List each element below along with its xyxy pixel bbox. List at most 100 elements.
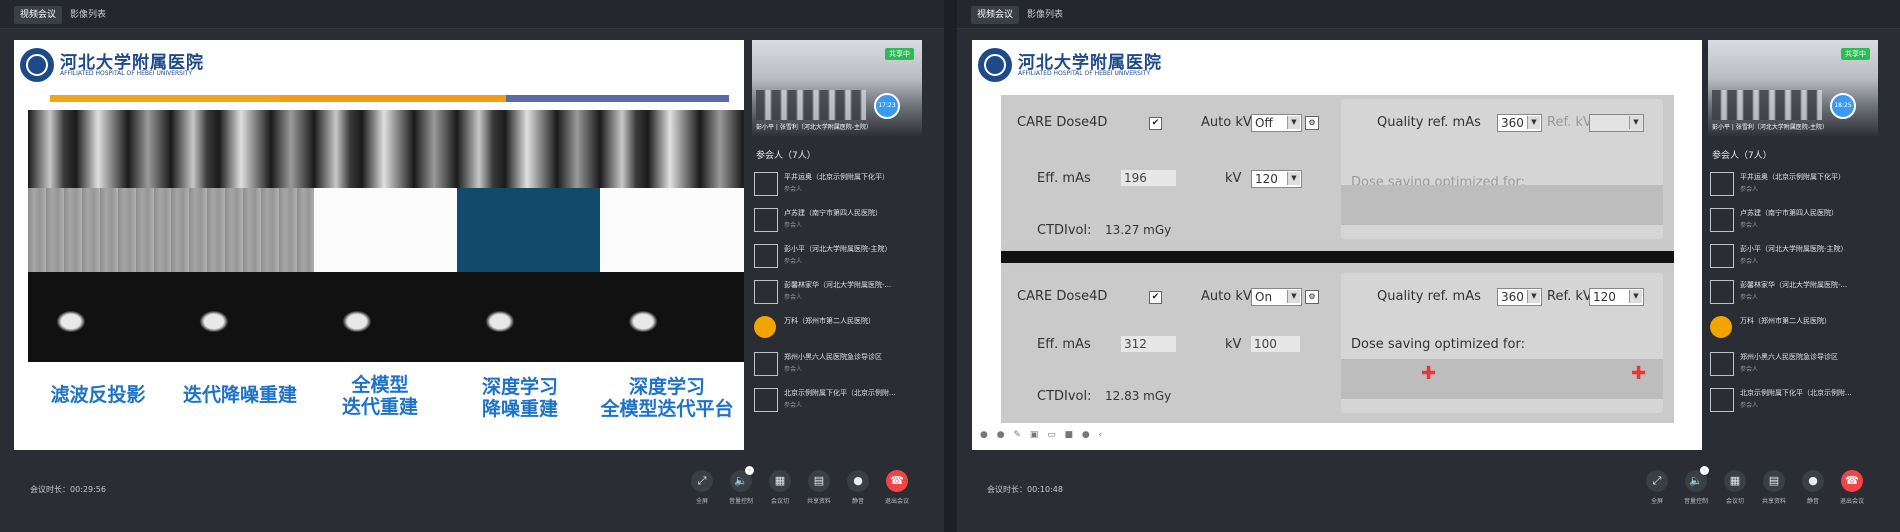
layout-button[interactable]: ▦ 会议切 <box>760 470 800 505</box>
participant-item[interactable]: 平井运奥（北京示例附属下化平） 参会人 <box>754 170 924 206</box>
meeting-window-right: 视频会议 影像列表 河北大学附属医院 AFFILIATED HOSPITAL O… <box>957 0 1900 532</box>
participant-item[interactable]: 彭馨林家华（河北大学附属医院-... 参会人 <box>1710 278 1880 314</box>
tab-image-list[interactable]: 影像列表 <box>1021 6 1069 24</box>
avatar <box>754 208 778 232</box>
ct-image-strip <box>28 110 744 362</box>
participant-item[interactable]: 卢苏建（南宁市第四人民医院） 参会人 <box>754 206 924 242</box>
participant-name: 彭小平（河北大学附属医院-主院） <box>1740 245 1848 253</box>
participant-name: 平井运奥（北京示例附属下化平） <box>784 173 889 181</box>
settings-icon[interactable]: ⚙ <box>1305 290 1319 304</box>
mute-label: 静音 <box>851 498 864 505</box>
participant-item[interactable]: 郑州小黑六人民医院急诊导诊区 参会人 <box>754 350 924 386</box>
hospital-logo <box>978 48 1012 82</box>
auto-kv-select[interactable]: Off <box>1251 114 1302 132</box>
leave-meeting-label: 退出会议 <box>884 498 909 505</box>
participant-item[interactable]: 郑州小黑六人民医院急诊导诊区 参会人 <box>1710 350 1880 386</box>
participant-item[interactable]: 彭小平（河北大学附属医院-主院） 参会人 <box>1710 242 1880 278</box>
participant-name: 彭馨林家华（河北大学附属医院-... <box>1740 281 1848 289</box>
avatar <box>1710 280 1734 304</box>
leave-meeting-button[interactable]: ☎ 退出会议 <box>877 470 917 505</box>
share-material-button[interactable]: ▤ 共享资料 <box>1754 470 1794 505</box>
control-bar: 会议时长：00:29:56 ⤢ 全屏 ◦ 🔈 音量控制 ▦ 会议切 ▤ 共享资料 ● 静音 … <box>0 460 944 532</box>
fullscreen-button[interactable]: ⤢ 全屏 <box>682 470 722 505</box>
auto-kv-label: Auto kV <box>1201 115 1252 130</box>
quality-ref-mas-input[interactable]: 360 <box>1497 288 1542 306</box>
participant-item[interactable]: 万科（郑州市第二人民医院） <box>1710 314 1880 350</box>
participant-item[interactable]: 万科（郑州市第二人民医院） <box>754 314 924 350</box>
avatar <box>754 244 778 268</box>
care-dose-panel: CARE Dose4D ✔ Auto kV Off ⚙ Quality ref.… <box>1001 95 1674 423</box>
ref-kv-select[interactable] <box>1589 114 1644 132</box>
fullscreen-button[interactable]: ⤢ 全屏 <box>1637 470 1677 505</box>
camera-preview[interactable]: 共享中 17:23 彭小平 | 张雪利（河北大学附属医院-主院） <box>752 40 922 136</box>
label-model-iterative: 全模型 迭代重建 <box>341 374 418 418</box>
participant-role: 参会人 <box>784 294 803 301</box>
care-dose-checkbox[interactable]: ✔ <box>1149 291 1162 304</box>
mute-button[interactable]: ● 静音 <box>838 470 878 505</box>
participant-item[interactable]: 平井运奥（北京示例附属下化平） 参会人 <box>1710 170 1880 206</box>
camera-people <box>1712 90 1822 120</box>
participant-role: 参会人 <box>784 186 803 193</box>
care-dose-checkbox[interactable]: ✔ <box>1149 117 1162 130</box>
camera-preview[interactable]: 共享中 18:25 彭小平 | 张雪利（河北大学附属医院-主院） <box>1708 40 1878 136</box>
kv-select[interactable]: 120 <box>1251 170 1302 188</box>
dose-panel-top: CARE Dose4D ✔ Auto kV Off ⚙ Quality ref.… <box>1001 95 1674 245</box>
mute-button[interactable]: ● 静音 <box>1793 470 1833 505</box>
tab-video-meeting[interactable]: 视频会议 <box>14 6 63 24</box>
volume-button[interactable]: ◦ 🔈 音量控制 <box>1676 466 1716 505</box>
leave-meeting-button[interactable]: ☎ 退出会议 <box>1832 470 1872 505</box>
share-material-label: 共享资料 <box>806 498 831 505</box>
dose-saving-slider[interactable] <box>1341 185 1663 225</box>
participant-item[interactable]: 卢苏建（南宁市第四人民医院） 参会人 <box>1710 206 1880 242</box>
slide-toolbar[interactable]: ● ● ✎ ▣ ▭ ■ ● ‹ <box>980 430 1105 440</box>
auto-kv-select[interactable]: On <box>1251 288 1302 306</box>
volume-badge-icon: ◦ <box>1700 466 1709 475</box>
quality-ref-mas-input[interactable]: 360 <box>1497 114 1542 132</box>
shared-slide: 河北大学附属医院 AFFILIATED HOSPITAL OF HEBEI UN… <box>972 40 1702 450</box>
microphone-icon: ● <box>847 470 869 492</box>
layout-button[interactable]: ▦ 会议切 <box>1715 470 1755 505</box>
participant-role: 参会人 <box>1740 402 1759 409</box>
share-material-button[interactable]: ▤ 共享资料 <box>799 470 839 505</box>
meeting-window-left: 视频会议 影像列表 河北大学附属医院 AFFILIATED HOSPITAL O… <box>0 0 944 532</box>
participant-item[interactable]: 彭小平（河北大学附属医院-主院） 参会人 <box>754 242 924 278</box>
dose-saving-slider[interactable]: ✚ ✚ <box>1341 359 1663 399</box>
volume-button[interactable]: ◦ 🔈 音量控制 <box>721 466 761 505</box>
dose-options-top: Quality ref. mAs 360 Ref. kV Dose saving… <box>1341 99 1663 239</box>
participant-name: 卢苏建（南宁市第四人民医院） <box>1740 209 1838 217</box>
title-bar-orange <box>50 95 280 102</box>
ctdivol-value: 13.27 mGy <box>1105 223 1172 237</box>
tab-image-list[interactable]: 影像列表 <box>64 6 112 24</box>
eff-mas-label: Eff. mAs <box>1037 337 1091 352</box>
avatar <box>1710 208 1734 232</box>
shared-slide: 河北大学附属医院 AFFILIATED HOSPITAL OF HEBEI UN… <box>14 40 744 450</box>
ref-kv-select[interactable]: 120 <box>1589 288 1644 306</box>
camera-time-badge: 17:23 <box>874 93 900 119</box>
volume-badge-icon: ◦ <box>745 466 754 475</box>
tab-bar: 视频会议 影像列表 <box>0 0 944 29</box>
label-iterative: 迭代降噪重建 <box>182 384 297 406</box>
dose-saving-label: Dose saving optimized for: <box>1351 337 1525 352</box>
participant-name: 彭馨林家华（河北大学附属医院-... <box>784 281 892 289</box>
participant-item[interactable]: 彭馨林家华（河北大学附属医院-... 参会人 <box>754 278 924 314</box>
participant-name: 郑州小黑六人民医院急诊导诊区 <box>784 353 882 361</box>
avatar <box>1710 352 1734 376</box>
avatar <box>754 172 778 196</box>
participant-list: 平井运奥（北京示例附属下化平） 参会人 卢苏建（南宁市第四人民医院） 参会人 彭小平… <box>754 170 924 422</box>
participant-item[interactable]: 北京示例附属下化平（北京示例附... 参会人 <box>754 386 924 422</box>
participant-role: 参会人 <box>784 402 803 409</box>
settings-icon[interactable]: ⚙ <box>1305 116 1319 130</box>
avatar <box>1710 316 1732 338</box>
avatar <box>1710 244 1734 268</box>
dose-options-bottom: Quality ref. mAs 360 Ref. kV 120 Dose sa… <box>1341 273 1663 413</box>
participant-name: 彭小平（河北大学附属医院-主院） <box>784 245 892 253</box>
avatar <box>754 316 776 338</box>
meeting-duration: 会议时长：00:10:48 <box>987 485 1063 494</box>
panel-separator <box>1001 251 1674 263</box>
participant-role: 参会人 <box>784 258 803 265</box>
participant-item[interactable]: 北京示例附属下化平（北京示例附... 参会人 <box>1710 386 1880 422</box>
document-icon: ▤ <box>808 470 830 492</box>
tab-video-meeting[interactable]: 视频会议 <box>971 6 1020 24</box>
hangup-icon: ☎ <box>1841 470 1863 492</box>
document-icon: ▤ <box>1763 470 1785 492</box>
